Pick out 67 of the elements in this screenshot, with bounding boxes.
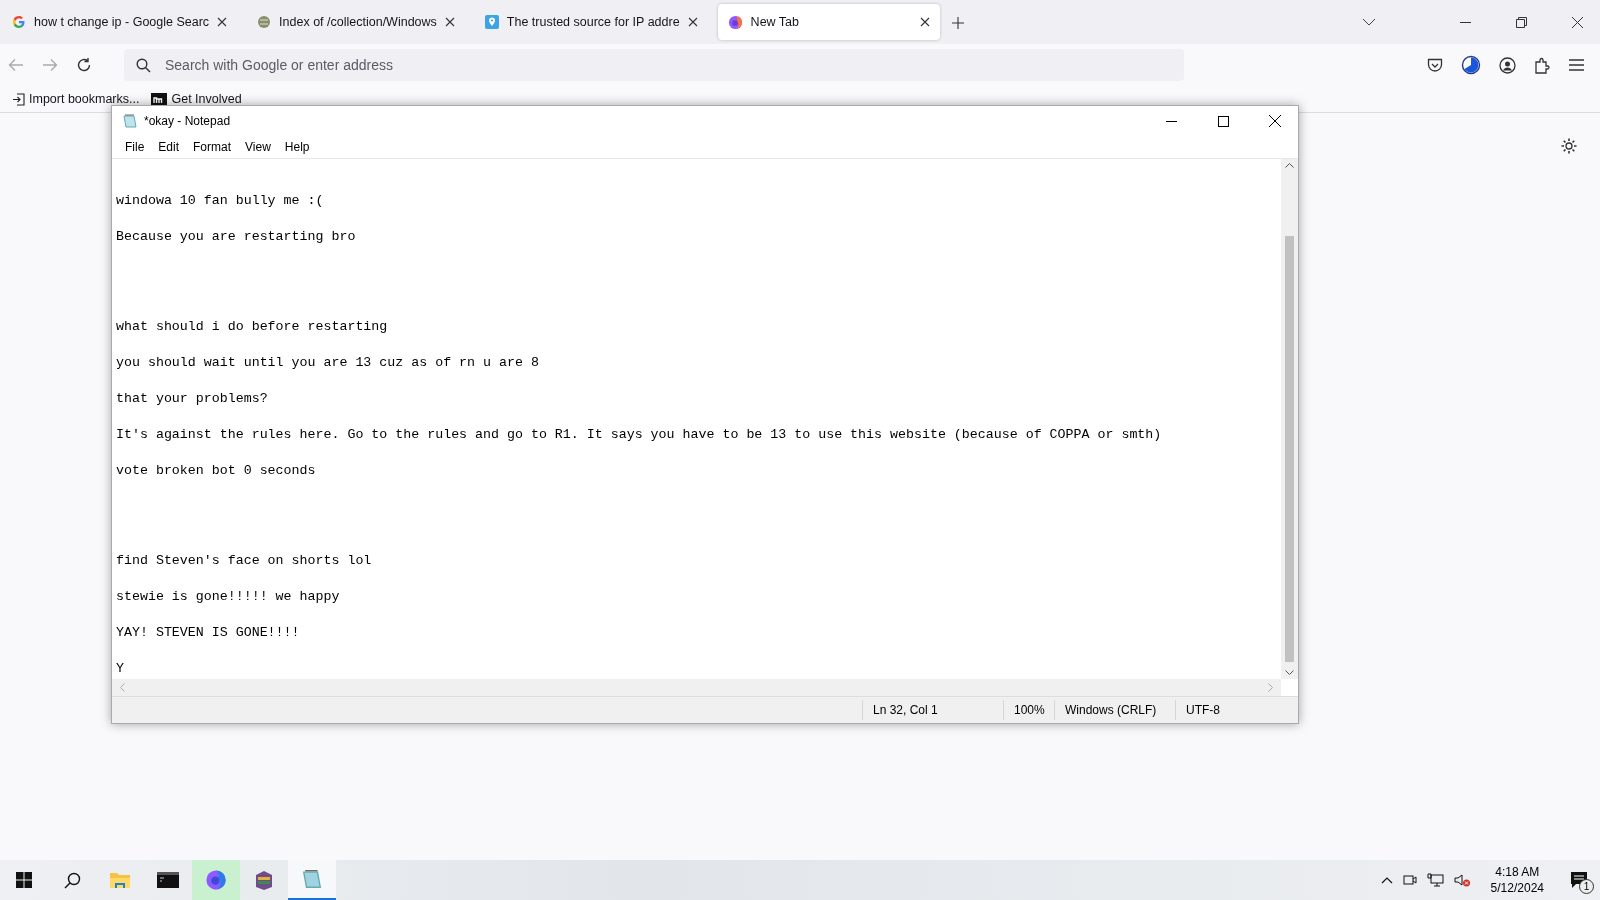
- firefox-logo-icon: [205, 869, 227, 891]
- clock-date: 5/12/2024: [1490, 880, 1544, 896]
- tab-title: Index of /collection/Windows: [279, 15, 437, 29]
- minimize-icon[interactable]: [1459, 21, 1471, 23]
- notepad-icon: [301, 868, 323, 890]
- clock[interactable]: 4:18 AM 5/12/2024: [1490, 864, 1544, 896]
- tab-title: The trusted source for IP addre: [506, 15, 680, 29]
- scroll-down-icon[interactable]: [1285, 670, 1294, 675]
- close-icon[interactable]: [1571, 16, 1583, 28]
- reload-icon[interactable]: [76, 57, 92, 73]
- text-editor[interactable]: windowa 10 fan bully me :( Because you are restarting bro what should i do before restarting you should wait until you are 13 cuz as of rn u are 8 that your problems? It's against the rules here. Go to the rules and go to R1. It says you have to be 13 to use this website (because of COPPA or smth) vote broken bot 0 seconds find Steven's face on shorts lol stewie is gone!!!!! we happy YAY! STEVEN IS GONE!!!! Y: [112, 159, 1281, 679]
- tab-title: New Tab: [750, 15, 801, 29]
- restore-icon[interactable]: [1515, 16, 1527, 28]
- notification-button[interactable]: 1: [1564, 865, 1594, 895]
- close-icon[interactable]: [919, 17, 930, 27]
- chevron-up-icon[interactable]: [1380, 876, 1393, 884]
- address-bar[interactable]: Search with Google or enter address: [124, 49, 1184, 81]
- firefox-logo-icon: [727, 14, 743, 30]
- scroll-up-icon[interactable]: [1285, 163, 1294, 168]
- location-pin-icon: [484, 15, 499, 29]
- windows-logo-icon: [16, 872, 32, 888]
- browser-tab[interactable]: Index of /collection/Windows: [247, 4, 465, 40]
- search-icon: [136, 57, 151, 73]
- menu-item[interactable]: Format: [186, 138, 239, 156]
- maximize-icon[interactable]: [1217, 115, 1229, 127]
- vertical-scrollbar[interactable]: [1281, 159, 1298, 679]
- close-icon[interactable]: [1269, 115, 1281, 127]
- terminal-icon: [157, 872, 179, 888]
- window-title: *okay - Notepad: [144, 114, 232, 128]
- menu-item[interactable]: View: [238, 138, 278, 156]
- account-icon[interactable]: [1499, 56, 1516, 74]
- close-icon[interactable]: [687, 17, 698, 27]
- notepad-icon: [122, 113, 138, 129]
- bookmark-link[interactable]: Get Involved: [151, 92, 242, 106]
- puzzle-piece-icon[interactable]: [1534, 56, 1551, 74]
- menu-icon[interactable]: [1569, 59, 1584, 71]
- camera-icon[interactable]: [1402, 873, 1417, 887]
- browser-tab[interactable]: New Tab: [717, 4, 940, 40]
- search-icon: [63, 871, 81, 889]
- tab-title: how t change ip - Google Searc: [34, 15, 210, 29]
- browser-tab[interactable]: how t change ip - Google Searc: [2, 4, 238, 40]
- browser-tab[interactable]: The trusted source for IP addre: [474, 4, 708, 40]
- pie-chart-icon[interactable]: [1461, 55, 1481, 75]
- cursor-position: Ln 32, Col 1: [862, 700, 1003, 720]
- encoding: UTF-8: [1175, 700, 1276, 720]
- minimize-icon[interactable]: [1165, 120, 1177, 122]
- google-logo-icon: [12, 15, 26, 29]
- stacked-books-icon: [253, 869, 275, 891]
- close-icon[interactable]: [217, 17, 228, 27]
- close-icon[interactable]: [444, 17, 455, 27]
- clock-time: 4:18 AM: [1495, 864, 1540, 880]
- address-placeholder: Search with Google or enter address: [165, 57, 393, 73]
- pocket-icon[interactable]: [1427, 57, 1443, 73]
- globe-icon: [257, 15, 272, 29]
- import-icon: [12, 92, 25, 106]
- line-ending: Windows (CRLF): [1054, 700, 1175, 720]
- menu-item[interactable]: Help: [277, 138, 317, 156]
- folder-icon: [109, 871, 131, 889]
- chevron-down-icon[interactable]: [1362, 18, 1376, 26]
- speaker-muted-icon[interactable]: [1453, 873, 1471, 887]
- menu-item[interactable]: File: [118, 138, 152, 156]
- menu-item[interactable]: Edit: [151, 138, 187, 156]
- settings-icon[interactable]: [1560, 137, 1578, 155]
- network-icon[interactable]: [1426, 873, 1444, 887]
- zoom-level: 100%: [1003, 700, 1054, 720]
- notification-count: 1: [1579, 879, 1594, 894]
- bookmark-link[interactable]: Import bookmarks...: [12, 92, 140, 106]
